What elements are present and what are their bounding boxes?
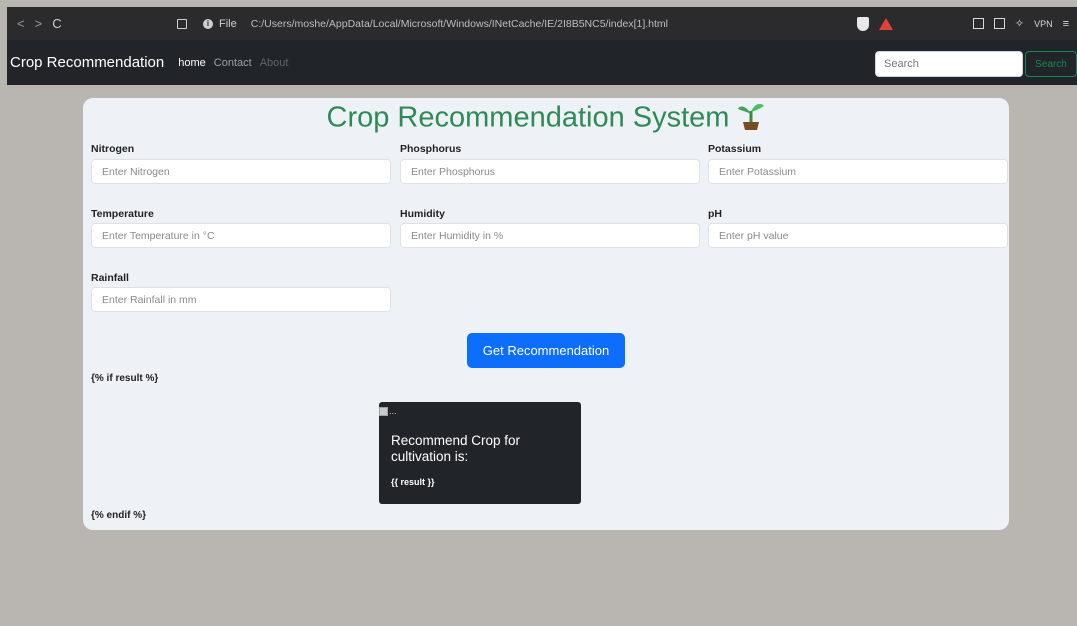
- rewards-icon[interactable]: [879, 17, 893, 30]
- extensions-icon[interactable]: ✧: [1015, 17, 1024, 30]
- get-recommendation-button[interactable]: Get Recommendation: [467, 333, 625, 368]
- brave-shield-icon[interactable]: [857, 16, 869, 31]
- menu-icon[interactable]: ≡: [1063, 18, 1069, 30]
- template-if-tag: {% if result %}: [91, 373, 159, 384]
- potassium-label: Potassium: [708, 143, 762, 155]
- page-title-text: Crop Recommendation System: [326, 101, 730, 134]
- humidity-input[interactable]: [400, 223, 700, 248]
- navbar-brand[interactable]: Crop Recommendation: [10, 54, 164, 71]
- address-bar[interactable]: i File C:/Users/moshe/AppData/Local/Micr…: [177, 18, 837, 30]
- temperature-label: Temperature: [91, 208, 154, 220]
- phosphorus-input[interactable]: [400, 159, 700, 184]
- search-button[interactable]: Search: [1025, 51, 1077, 77]
- sprout-icon: [737, 100, 765, 138]
- reload-icon[interactable]: C: [52, 16, 61, 31]
- file-label: File: [219, 17, 237, 30]
- browser-toolbar: < > C i File C:/Users/moshe/AppData/Loca…: [7, 7, 1077, 40]
- bookmark-icon[interactable]: [177, 18, 187, 29]
- site-info-icon[interactable]: i: [203, 18, 213, 29]
- nitrogen-input[interactable]: [91, 159, 391, 184]
- vpn-button[interactable]: VPN: [1034, 19, 1053, 29]
- phosphorus-label: Phosphorus: [400, 143, 462, 155]
- sidebar-icon[interactable]: [972, 18, 984, 29]
- broken-image: ...: [379, 406, 397, 416]
- nav-link-contact[interactable]: Contact: [214, 57, 252, 69]
- result-card: ... Recommend Crop for cultivation is: {…: [379, 402, 581, 504]
- page-title: Crop Recommendation System: [83, 100, 1009, 138]
- site-navbar: Crop Recommendation home Contact About S…: [7, 40, 1077, 85]
- nitrogen-label: Nitrogen: [91, 143, 135, 155]
- temperature-input[interactable]: [91, 223, 391, 248]
- ph-label: pH: [708, 208, 722, 220]
- template-endif-tag: {% endif %}: [91, 510, 147, 521]
- image-alt-text: ...: [389, 406, 397, 416]
- potassium-input[interactable]: [708, 159, 1008, 184]
- search-input[interactable]: [875, 51, 1023, 77]
- wallet-icon[interactable]: [993, 18, 1005, 29]
- result-title: Recommend Crop for cultivation is:: [391, 433, 521, 464]
- back-icon[interactable]: <: [17, 16, 25, 31]
- nav-link-home[interactable]: home: [178, 57, 206, 69]
- rainfall-label: Rainfall: [91, 272, 129, 284]
- rainfall-input[interactable]: [91, 287, 391, 312]
- result-value: {{ result }}: [391, 477, 435, 487]
- nav-link-about[interactable]: About: [260, 57, 289, 69]
- broken-image-icon: [379, 406, 388, 416]
- browser-nav-buttons: < > C: [17, 16, 177, 31]
- recommendation-card: Crop Recommendation System Nitrogen Phos…: [83, 98, 1009, 530]
- url-text[interactable]: C:/Users/moshe/AppData/Local/Microsoft/W…: [251, 18, 668, 30]
- forward-icon[interactable]: >: [35, 16, 43, 31]
- humidity-label: Humidity: [400, 208, 445, 220]
- browser-right-icons: ✧ VPN ≡: [972, 17, 1069, 30]
- ph-input[interactable]: [708, 223, 1008, 248]
